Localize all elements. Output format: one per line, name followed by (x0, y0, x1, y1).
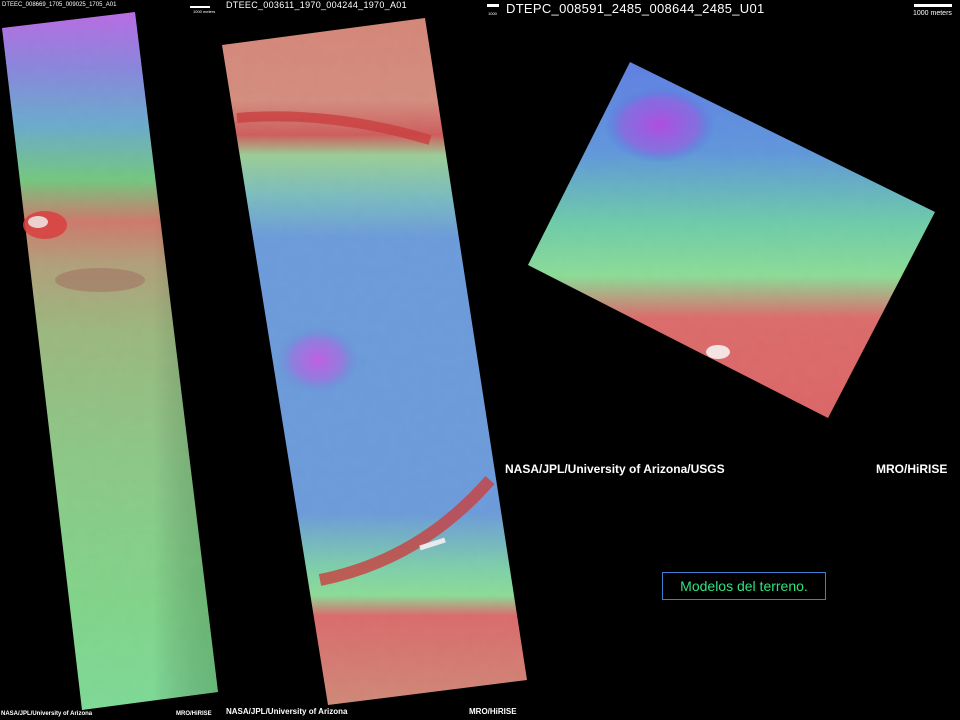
strip-3-scale-label: 1000 meters (913, 10, 952, 17)
terrain-strip-1 (2, 12, 218, 710)
strip-2-credit-right: MRO/HiRISE (469, 707, 517, 716)
strip-1-credit-right: MRO/HiRISE (176, 711, 212, 717)
terrain-models-image (2, 4, 952, 710)
caption-text: Modelos del terreno. (680, 578, 808, 594)
strip-2-credit-left: NASA/JPL/University of Arizona (226, 707, 348, 716)
strip-1-title: DTEEC_008669_1705_009025_1705_A01 (2, 2, 117, 8)
strip-1-credit-left: NASA/JPL/University of Arizona (1, 711, 93, 717)
strip-2-title: DTEEC_003611_1970_004244_1970_A01 (226, 0, 407, 10)
strip-1-scale-label: 1000 meters (193, 9, 216, 14)
main-credit-right: MRO/HiRISE (876, 462, 948, 476)
main-credit-left: NASA/JPL/University of Arizona/USGS (505, 462, 725, 476)
strip-3-title: DTEPC_008591_2485_008644_2485_U01 (506, 1, 765, 16)
caption-box: Modelos del terreno. (662, 572, 826, 600)
strip-3-scale-label-small: 1000 (488, 11, 497, 16)
terrain-strip-3 (528, 62, 935, 418)
terrain-strip-2 (222, 18, 527, 705)
